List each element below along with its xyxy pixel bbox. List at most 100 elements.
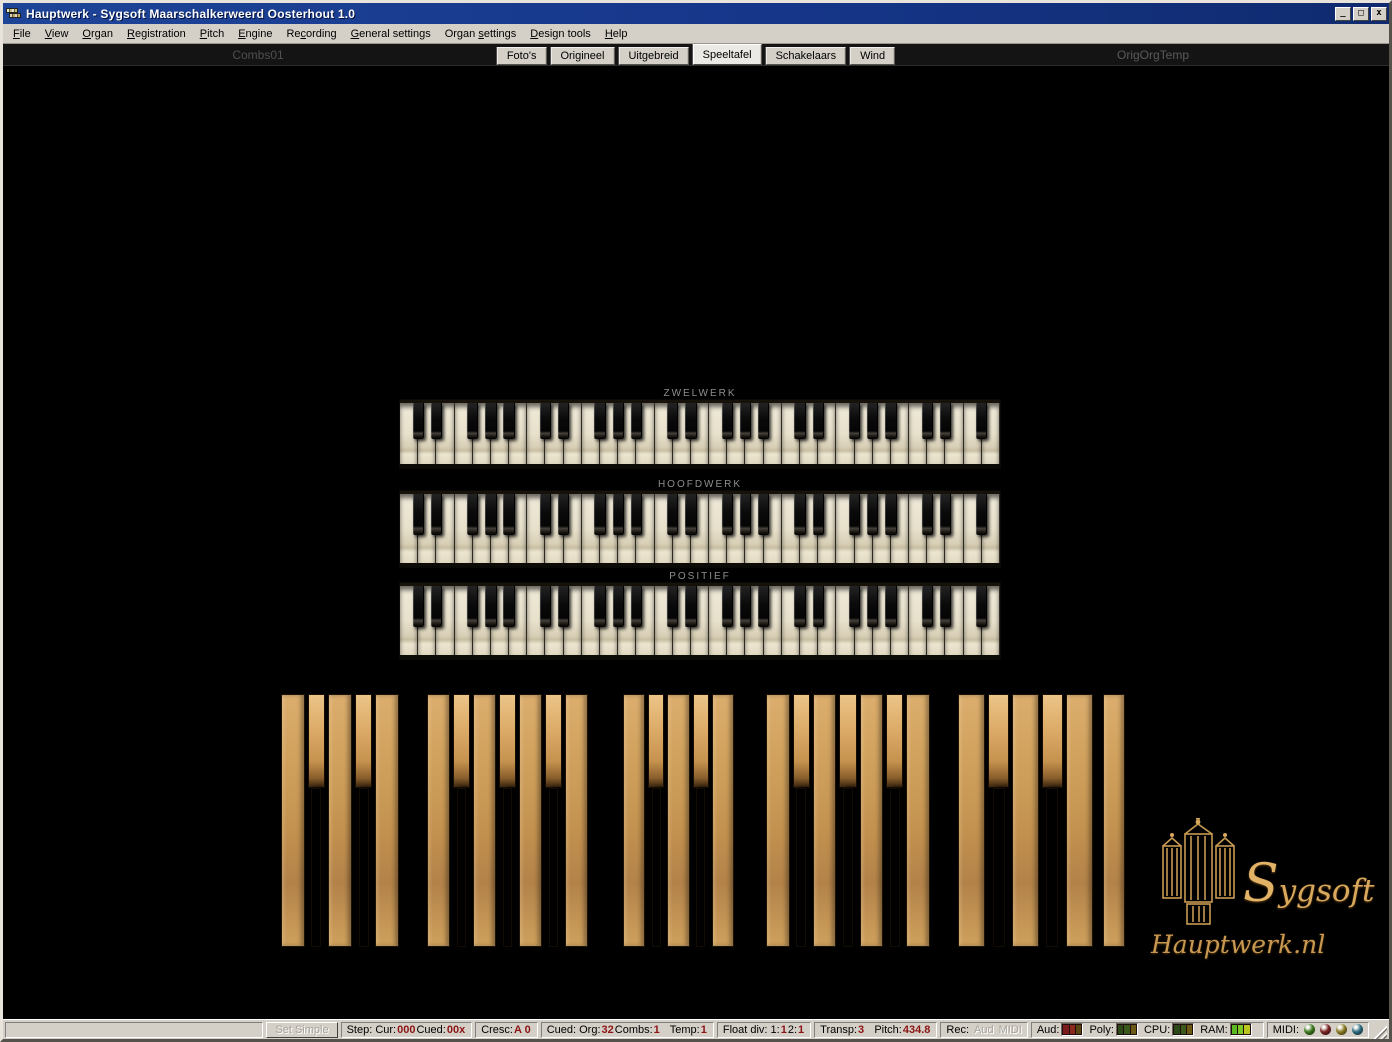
black-key[interactable] [413,403,424,439]
black-key[interactable] [431,494,442,535]
black-key[interactable] [558,586,569,627]
black-key[interactable] [976,586,987,627]
pedal-sharp[interactable] [499,694,516,947]
pedal-natural[interactable] [375,694,399,947]
black-key[interactable] [758,586,769,627]
menu-design-tools[interactable]: Design tools [523,26,598,42]
black-key[interactable] [922,586,933,627]
tab-wind[interactable]: Wind [850,47,895,65]
keyboard-zwelwerk[interactable] [400,400,1000,468]
pedalboard-group[interactable] [281,694,399,947]
black-key[interactable] [503,586,514,627]
pedal-sharp[interactable] [693,694,709,947]
black-key[interactable] [594,586,605,627]
black-key[interactable] [758,403,769,439]
black-key[interactable] [613,586,624,627]
pedal-natural[interactable] [623,694,645,947]
black-key[interactable] [867,494,878,535]
black-key[interactable] [794,586,805,627]
pedal-sharp[interactable] [453,694,470,947]
pedal-natural[interactable] [427,694,450,947]
black-key[interactable] [667,494,678,535]
black-key[interactable] [740,586,751,627]
black-key[interactable] [794,494,805,535]
black-key[interactable] [613,403,624,439]
pedal-sharp[interactable] [355,694,372,947]
black-key[interactable] [540,586,551,627]
tab-schakelaars[interactable]: Schakelaars [766,47,847,65]
pedalboard-group[interactable] [1103,694,1125,947]
menu-view[interactable]: View [38,26,76,42]
black-key[interactable] [558,494,569,535]
menu-pitch[interactable]: Pitch [193,26,231,42]
pedal-natural[interactable] [906,694,930,947]
black-key[interactable] [922,494,933,535]
pedal-sharp[interactable] [308,694,325,947]
pedal-natural[interactable] [281,694,305,947]
black-key[interactable] [485,403,496,439]
black-key[interactable] [758,494,769,535]
black-key[interactable] [813,403,824,439]
black-key[interactable] [594,494,605,535]
black-key[interactable] [467,403,478,439]
black-key[interactable] [976,494,987,535]
pedal-natural[interactable] [1012,694,1039,947]
pedal-sharp[interactable] [1042,694,1062,947]
black-key[interactable] [813,586,824,627]
black-key[interactable] [722,586,733,627]
close-button[interactable]: x [1371,7,1387,21]
black-key[interactable] [849,586,860,627]
menu-file[interactable]: File [6,26,38,42]
black-key[interactable] [503,403,514,439]
pedal-natural[interactable] [860,694,884,947]
black-key[interactable] [940,403,951,439]
black-key[interactable] [885,494,896,535]
black-key[interactable] [685,586,696,627]
black-key[interactable] [613,494,624,535]
pedal-natural[interactable] [958,694,985,947]
pedal-natural[interactable] [565,694,588,947]
black-key[interactable] [867,403,878,439]
pedal-natural[interactable] [519,694,542,947]
black-key[interactable] [740,403,751,439]
black-key[interactable] [413,586,424,627]
menu-engine[interactable]: Engine [231,26,279,42]
black-key[interactable] [558,403,569,439]
title-bar[interactable]: Hauptwerk - Sygsoft Maarschalkerweerd Oo… [3,3,1389,24]
pedal-sharp[interactable] [648,694,664,947]
black-key[interactable] [540,494,551,535]
tab-uitgebreid[interactable]: Uitgebreid [618,47,688,65]
pedalboard-group[interactable] [766,694,930,947]
tab-speeltafel[interactable]: Speeltafel [693,44,762,65]
black-key[interactable] [940,586,951,627]
pedal-natural[interactable] [766,694,790,947]
menu-registration[interactable]: Registration [120,26,193,42]
black-key[interactable] [503,494,514,535]
pedal-sharp[interactable] [545,694,562,947]
pedal-sharp[interactable] [988,694,1008,947]
tab-foto-s[interactable]: Foto's [497,47,547,65]
rec-midi-button[interactable]: MIDI [999,1024,1022,1036]
pedal-sharp[interactable] [793,694,810,947]
menu-organ[interactable]: Organ [75,26,120,42]
black-key[interactable] [485,494,496,535]
tab-origineel[interactable]: Origineel [550,47,614,65]
black-key[interactable] [631,403,642,439]
pedal-natural[interactable] [328,694,352,947]
black-key[interactable] [431,586,442,627]
black-key[interactable] [849,494,860,535]
minimize-button[interactable]: _ [1335,7,1351,21]
black-key[interactable] [485,586,496,627]
black-key[interactable] [631,494,642,535]
black-key[interactable] [594,403,605,439]
pedal-natural[interactable] [712,694,734,947]
black-key[interactable] [922,403,933,439]
resize-grip[interactable] [1372,1024,1387,1039]
pedal-natural[interactable] [813,694,837,947]
pedalboard-group[interactable] [623,694,734,947]
black-key[interactable] [976,403,987,439]
pedal-natural[interactable] [1066,694,1093,947]
black-key[interactable] [740,494,751,535]
keyboard-hoofdwerk[interactable] [400,491,1000,567]
black-key[interactable] [685,494,696,535]
